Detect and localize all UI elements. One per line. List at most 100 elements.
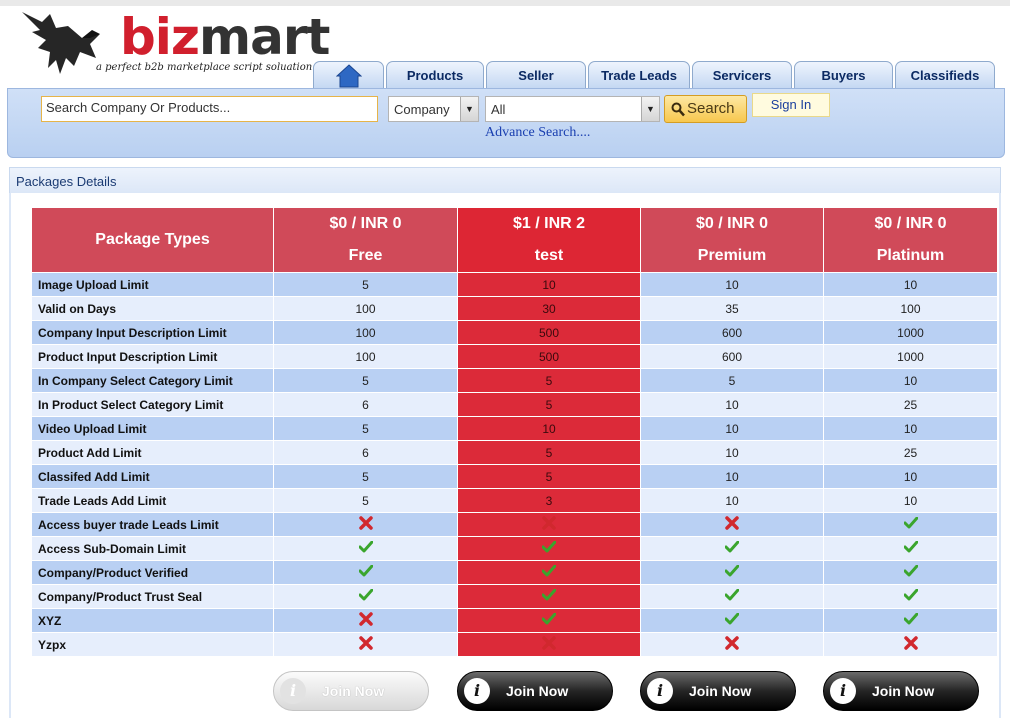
search-input[interactable]: Search Company Or Products... [41,96,378,122]
cell-check [823,584,998,609]
cell-value: 1000 [823,344,998,369]
plan-name: Platinum [876,247,945,264]
feature-label: Classifed Add Limit [31,464,274,489]
plan-header: $0 / INR 0 Free [273,207,458,273]
plan-header: $1 / INR 2 test [457,207,641,273]
cell-value: 5 [457,464,641,489]
cell-check [640,608,824,633]
cell-value: 10 [640,392,824,417]
table-row: Trade Leads Add Limit 5 3 10 10 [31,488,998,513]
dropdown-arrow-icon[interactable]: ▼ [460,97,478,121]
cell-value: 100 [273,296,458,321]
logo-tagline: a perfect b2b marketplace script soluati… [96,62,313,73]
cell-check [457,584,641,609]
feature-label: Company/Product Trust Seal [31,584,274,609]
plan-header: $0 / INR 0 Platinum [823,207,998,273]
tab-home[interactable] [313,61,384,89]
table-row: Product Input Description Limit 100 500 600… [31,344,998,369]
cell-value: 5 [273,488,458,513]
feature-label: Yzpx [31,632,274,657]
cell-value: 5 [457,368,641,393]
cell-value: 10 [640,440,824,465]
plan-name: Free [348,247,383,264]
info-icon: i [280,678,306,704]
tab-buyers[interactable]: Buyers [794,61,893,89]
cell-value: 5 [273,416,458,441]
site-logo[interactable]: bizmart a perfect b2b marketplace script… [20,8,330,80]
search-button[interactable]: Search [664,95,747,123]
category-value: All [491,102,506,117]
join-now-label: Join Now [872,683,935,699]
table-row: Product Add Limit 6 5 10 25 [31,440,998,465]
tab-trade-leads[interactable]: Trade Leads [588,61,690,89]
cell-value: 10 [457,272,641,297]
cell-value: 30 [457,296,641,321]
check-icon [724,540,740,556]
check-icon [903,612,918,628]
panel-border-right [999,193,1001,718]
table-row: In Company Select Category Limit 5 5 5 10 [31,368,998,393]
plan-price: $0 / INR 0 [874,215,947,232]
cell-value: 35 [640,296,824,321]
cell-check [640,536,824,561]
table-row: Access Sub-Domain Limit [31,536,998,561]
signin-button[interactable]: Sign In [752,93,830,117]
cell-value: 500 [457,344,641,369]
cross-icon [358,636,373,653]
cell-check [823,512,998,537]
table-row: Company/Product Trust Seal [31,584,998,609]
cell-cross [640,632,824,657]
table-row: Yzpx [31,632,998,657]
tab-seller[interactable]: Seller [486,61,586,89]
cell-value: 500 [457,320,641,345]
cell-cross [273,608,458,633]
cell-value: 5 [640,368,824,393]
feature-label: Video Upload Limit [31,416,274,441]
join-now-label: Join Now [322,683,385,699]
join-now-button-platinum[interactable]: i Join Now [823,671,979,711]
tab-classifieds[interactable]: Classifieds [895,61,995,89]
check-icon [541,612,557,628]
check-icon [903,588,918,604]
plan-name: Premium [697,247,767,264]
cell-value: 10 [640,464,824,489]
cell-value: 10 [640,416,824,441]
plan-name: test [534,247,564,264]
table-row: Access buyer trade Leads Limit [31,512,998,537]
dropdown-arrow-icon[interactable]: ▼ [641,97,659,121]
search-type-select[interactable]: Company ▼ [388,96,479,122]
feature-label: Trade Leads Add Limit [31,488,274,513]
feature-label: In Company Select Category Limit [31,368,274,393]
category-select[interactable]: All ▼ [485,96,660,122]
feature-label: Access Sub-Domain Limit [31,536,274,561]
cell-check [640,560,824,585]
cell-value: 6 [273,392,458,417]
tab-servicers[interactable]: Servicers [692,61,792,89]
cell-check [457,536,641,561]
plan-price: $0 / INR 0 [329,215,402,232]
join-now-button-premium[interactable]: i Join Now [640,671,796,711]
plan-price: $0 / INR 0 [695,215,769,232]
table-row: Company Input Description Limit 100 500 600… [31,320,998,345]
cell-cross [273,632,458,657]
feature-label: Company Input Description Limit [31,320,274,345]
check-icon [541,588,557,604]
table-row: Image Upload Limit 5 10 10 10 [31,272,998,297]
plan-header: $0 / INR 0 Premium [640,207,824,273]
advance-search-link[interactable]: Advance Search.... [485,125,590,141]
feature-label: Access buyer trade Leads Limit [31,512,274,537]
check-icon [541,540,557,556]
table-row: Company/Product Verified [31,560,998,585]
cell-check [457,608,641,633]
join-now-button-test[interactable]: i Join Now [457,671,613,711]
check-icon [724,564,740,580]
cell-value: 3 [457,488,641,513]
tab-products[interactable]: Products [386,61,484,89]
packages-panel-title: Packages Details [16,174,117,189]
cell-value: 6 [273,440,458,465]
feature-label: Product Input Description Limit [31,344,274,369]
cell-value: 600 [640,320,824,345]
cross-icon [725,516,739,533]
join-now-button-free[interactable]: i Join Now [273,671,429,711]
table-row: Valid on Days 100 30 35 100 [31,296,998,321]
